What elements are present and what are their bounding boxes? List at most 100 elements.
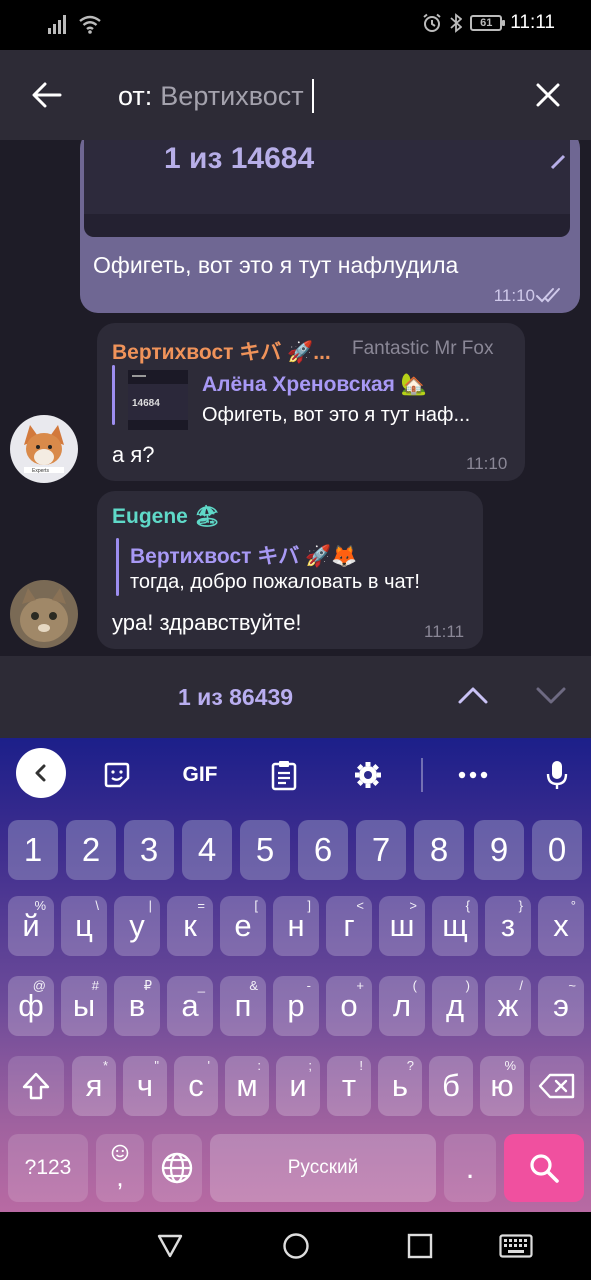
- reply-quote-bar: [112, 365, 115, 425]
- key-hint: {: [465, 898, 470, 913]
- backspace-key[interactable]: [530, 1056, 584, 1116]
- key-label: п: [234, 988, 252, 1023]
- key-hint: ;: [308, 1058, 312, 1073]
- key-letter[interactable]: х °: [538, 896, 584, 956]
- key-letter[interactable]: ю%: [480, 1056, 524, 1116]
- key-letter[interactable]: б: [429, 1056, 473, 1116]
- reply-quote-author: Алёна Хреновская 🏡: [202, 373, 427, 396]
- key-letter[interactable]: ь?: [378, 1056, 422, 1116]
- voice-input-button[interactable]: [532, 750, 582, 800]
- previous-result-button[interactable]: [452, 674, 494, 716]
- sticker-icon: [104, 762, 130, 788]
- key-1[interactable]: 1: [8, 820, 58, 880]
- key-letter[interactable]: н]: [273, 896, 319, 956]
- key-label: ж: [497, 988, 519, 1023]
- key-letter[interactable]: ж /: [485, 976, 531, 1036]
- key-hint: /: [519, 978, 523, 993]
- key-hint: =: [197, 898, 205, 913]
- symbols-key[interactable]: ?123: [8, 1134, 88, 1202]
- key-label: р: [287, 988, 305, 1023]
- key-letter[interactable]: ы #: [61, 976, 107, 1036]
- sender-name[interactable]: Вертихвост キバ 🚀...: [112, 336, 331, 366]
- key-letter[interactable]: е[: [220, 896, 266, 956]
- shift-key[interactable]: [8, 1056, 64, 1116]
- key-7[interactable]: 7: [356, 820, 406, 880]
- key-letter[interactable]: я *: [72, 1056, 116, 1116]
- key-letter[interactable]: а _: [167, 976, 213, 1036]
- key-letter[interactable]: и;: [276, 1056, 320, 1116]
- key-hint: ": [154, 1058, 159, 1073]
- key-letter[interactable]: п &: [220, 976, 266, 1036]
- key-letter[interactable]: с ': [174, 1056, 218, 1116]
- key-label: с: [188, 1068, 204, 1103]
- key-8[interactable]: 8: [414, 820, 464, 880]
- key-letter[interactable]: ф @: [8, 976, 54, 1036]
- more-button[interactable]: [448, 750, 498, 800]
- key-letter[interactable]: м:: [225, 1056, 269, 1116]
- sender-name[interactable]: Eugene 🏖: [112, 505, 220, 529]
- avatar[interactable]: Experts: [10, 415, 78, 483]
- nav-keyboard-button[interactable]: [498, 1230, 534, 1262]
- key-letter[interactable]: о +: [326, 976, 372, 1036]
- screenshot-preview[interactable]: 1 из 14684: [84, 140, 570, 237]
- key-2[interactable]: 2: [66, 820, 116, 880]
- nav-home-button[interactable]: [276, 1230, 316, 1262]
- key-6[interactable]: 6: [298, 820, 348, 880]
- space-key[interactable]: Русский: [210, 1134, 436, 1202]
- key-9[interactable]: 9: [474, 820, 524, 880]
- key-label: д: [445, 988, 465, 1023]
- key-letter[interactable]: к =: [167, 896, 213, 956]
- key-letter[interactable]: й%: [8, 896, 54, 956]
- key-letter[interactable]: щ{: [432, 896, 478, 956]
- shift-icon: [22, 1072, 50, 1100]
- close-button[interactable]: [525, 72, 571, 118]
- key-4[interactable]: 4: [182, 820, 232, 880]
- key-letter[interactable]: д): [432, 976, 478, 1036]
- next-result-button[interactable]: [530, 674, 572, 716]
- back-button[interactable]: [24, 72, 70, 118]
- arrow-left-icon: [32, 82, 62, 108]
- key-0[interactable]: 0: [532, 820, 582, 880]
- keyboard-icon: [499, 1234, 533, 1258]
- search-key[interactable]: [504, 1134, 584, 1202]
- cat-avatar-icon: [10, 580, 78, 648]
- language-key[interactable]: [152, 1134, 202, 1202]
- key-hint: ?: [406, 1058, 414, 1073]
- sticker-button[interactable]: [92, 750, 142, 800]
- chat-messages[interactable]: 1 из 14684 Офигеть, вот это я тут нафлуд…: [0, 140, 591, 656]
- nav-recents-button[interactable]: [400, 1230, 440, 1262]
- key-letter[interactable]: л(: [379, 976, 425, 1036]
- key-letter[interactable]: ц \: [61, 896, 107, 956]
- key-letter[interactable]: в ₽: [114, 976, 160, 1036]
- message-time: 11:10: [493, 286, 535, 305]
- key-letter[interactable]: у |: [114, 896, 160, 956]
- square-recents-icon: [407, 1233, 433, 1259]
- key-label: о: [340, 988, 358, 1023]
- settings-button[interactable]: [343, 750, 393, 800]
- gif-button[interactable]: GIF: [175, 750, 225, 800]
- triangle-back-icon: [157, 1234, 183, 1258]
- key-letter[interactable]: г <: [326, 896, 372, 956]
- collapse-toolbar-button[interactable]: [16, 748, 66, 798]
- avatar[interactable]: [10, 580, 78, 648]
- search-input[interactable]: от: Вертихвост: [118, 76, 314, 116]
- key-hint: _: [197, 978, 205, 993]
- key-5[interactable]: 5: [240, 820, 290, 880]
- key-hint: @: [32, 978, 46, 993]
- key-letter[interactable]: з}: [485, 896, 531, 956]
- comma-emoji-key[interactable]: ,: [96, 1134, 144, 1202]
- period-key[interactable]: .: [444, 1134, 496, 1202]
- key-letter[interactable]: ч ": [123, 1056, 167, 1116]
- wifi-icon: [79, 15, 101, 34]
- key-letter[interactable]: т!: [327, 1056, 371, 1116]
- key-hint: %: [504, 1058, 516, 1073]
- key-letter[interactable]: э ~: [538, 976, 584, 1036]
- key-label: н: [287, 908, 305, 943]
- clipboard-button[interactable]: [259, 750, 309, 800]
- key-letter[interactable]: ш >: [379, 896, 425, 956]
- key-letter[interactable]: р-: [273, 976, 319, 1036]
- key-3[interactable]: 3: [124, 820, 174, 880]
- nav-back-button[interactable]: [150, 1230, 190, 1262]
- key-label: э: [553, 988, 569, 1023]
- globe-icon: [161, 1152, 193, 1184]
